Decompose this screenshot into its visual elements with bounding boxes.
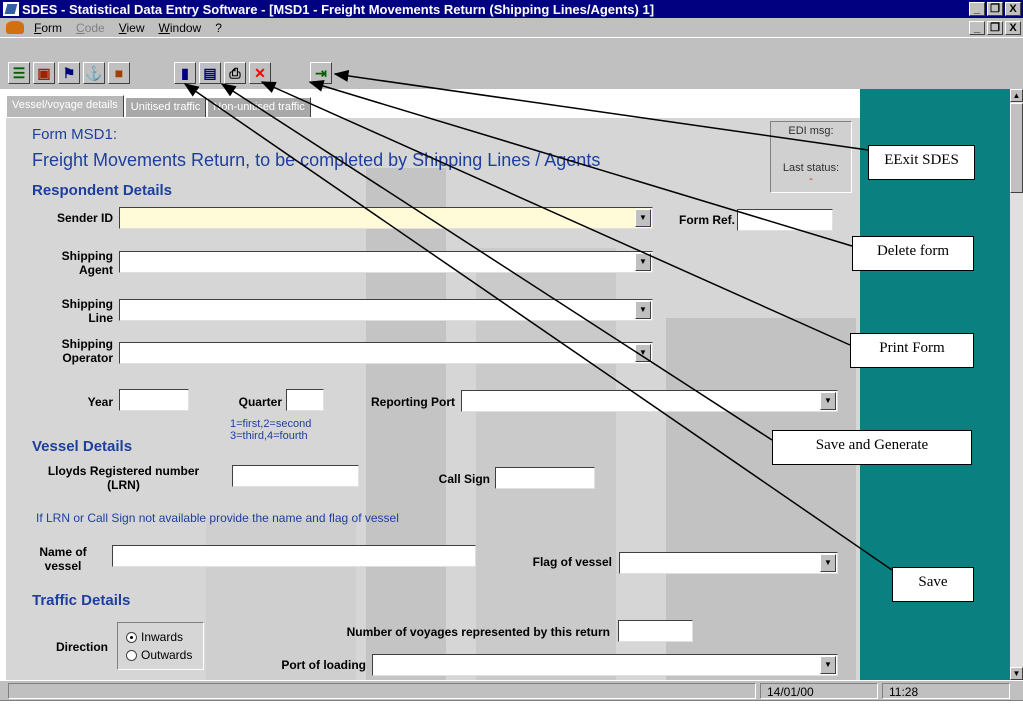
flag-icon[interactable]: ⚑ <box>58 62 80 84</box>
vertical-scrollbar[interactable]: ▲ ▼ <box>1010 89 1023 680</box>
port-of-loading-select[interactable]: ▼ <box>372 654 838 676</box>
dropdown-arrow-icon[interactable]: ▼ <box>820 656 836 674</box>
exit-icon[interactable]: ⇥ <box>310 62 332 84</box>
sender-id-select[interactable]: ▼ <box>119 207 653 229</box>
tab-unitised-traffic[interactable]: Unitised traffic <box>124 97 207 117</box>
vessel-hint: If LRN or Call Sign not available provid… <box>36 511 399 525</box>
lrn-input[interactable] <box>232 465 359 487</box>
scroll-thumb[interactable] <box>1010 103 1023 193</box>
save-generate-icon[interactable]: ▤ <box>199 62 221 84</box>
callout-save: Save <box>892 567 974 602</box>
shipping-agent-label: Shipping Agent <box>61 249 113 277</box>
vessel-header: Vessel Details <box>32 438 133 455</box>
traffic-header: Traffic Details <box>32 592 131 609</box>
shipping-line-label: Shipping Line <box>61 297 113 325</box>
sender-id-label: Sender ID <box>56 211 113 225</box>
last-status-value: - <box>809 173 813 185</box>
call-sign-label: Call Sign <box>438 472 490 486</box>
shipping-agent-select[interactable]: ▼ <box>119 251 653 273</box>
flag-of-vessel-label: Flag of vessel <box>532 555 612 569</box>
reporting-port-select[interactable]: ▼ <box>461 390 838 412</box>
dropdown-arrow-icon[interactable]: ▼ <box>820 392 836 410</box>
reporting-port-label: Reporting Port <box>371 395 455 409</box>
bottom-strip <box>0 700 1023 712</box>
cargo-icon[interactable]: ▣ <box>33 62 55 84</box>
port-icon[interactable]: ⚓ <box>83 62 105 84</box>
child-minimize-button[interactable]: _ <box>969 21 985 35</box>
voyages-input[interactable] <box>618 620 693 642</box>
form-code: Form MSD1: <box>32 126 118 143</box>
vessel-name-input[interactable] <box>112 545 476 567</box>
respondent-header: Respondent Details <box>32 182 173 199</box>
scroll-down-icon[interactable]: ▼ <box>1010 667 1023 680</box>
menu-window[interactable]: Window <box>159 21 202 35</box>
direction-label: Direction <box>55 640 108 654</box>
voyages-label: Number of voyages represented by this re… <box>346 625 610 639</box>
dropdown-arrow-icon[interactable]: ▼ <box>635 301 651 319</box>
form-tabs: Vessel/voyage details Unitised traffic N… <box>6 95 312 117</box>
close-button[interactable]: X <box>1005 2 1021 16</box>
vessel-name-label: Name of vessel <box>39 545 87 573</box>
callout-exit: EExit SDES <box>868 145 975 180</box>
flag-of-vessel-select[interactable]: ▼ <box>619 552 838 574</box>
edi-status-box: EDI msg: - Last status: - <box>770 121 852 193</box>
callout-save-generate: Save and Generate <box>772 430 972 465</box>
shipping-line-select[interactable]: ▼ <box>119 299 653 321</box>
edi-msg-value: - <box>809 136 813 148</box>
save-icon[interactable]: ▮ <box>174 62 196 84</box>
inwards-radio[interactable]: Inwards <box>126 630 183 644</box>
quarter-hint-2: 3=third,4=fourth <box>230 430 308 442</box>
app-icon <box>3 2 19 16</box>
outwards-radio[interactable]: Outwards <box>126 648 192 662</box>
quarter-hint-1: 1=first,2=second <box>230 418 312 430</box>
menu-help[interactable]: ? <box>215 21 222 35</box>
tab-non-unitised-traffic[interactable]: Non-unitised traffic <box>207 97 311 117</box>
status-date: 14/01/00 <box>760 683 878 699</box>
menu-view[interactable]: View <box>119 21 145 35</box>
respondent-icon[interactable]: ☰ <box>8 62 30 84</box>
status-bar: 14/01/00 11:28 <box>0 680 1023 700</box>
quarter-label: Quarter <box>238 395 282 409</box>
scroll-up-icon[interactable]: ▲ <box>1010 89 1023 102</box>
form-ref-input[interactable] <box>737 209 833 231</box>
callout-delete: Delete form <box>852 236 974 271</box>
child-restore-button[interactable]: ❐ <box>987 21 1003 35</box>
form-document-icon[interactable] <box>6 21 24 34</box>
shipping-operator-label: Shipping Operator <box>61 337 113 365</box>
status-message <box>8 683 756 699</box>
dropdown-arrow-icon[interactable]: ▼ <box>820 554 836 572</box>
box-icon[interactable]: ■ <box>108 62 130 84</box>
menu-form[interactable]: Form <box>34 21 62 35</box>
year-label: Year <box>87 395 113 409</box>
shipping-operator-select[interactable]: ▼ <box>119 342 653 364</box>
restore-button[interactable]: ❐ <box>987 2 1003 16</box>
menu-bar: Form Code View Window ? _ ❐ X <box>0 18 1023 37</box>
quarter-input[interactable] <box>286 389 324 411</box>
menu-code: Code <box>76 21 105 35</box>
callout-print: Print Form <box>850 333 974 368</box>
dropdown-arrow-icon[interactable]: ▼ <box>635 209 651 227</box>
form-ref-label: Form Ref. <box>678 213 735 227</box>
tab-vessel-voyage[interactable]: Vessel/voyage details <box>6 95 124 117</box>
lrn-label: Lloyds Registered number (LRN) <box>47 464 200 492</box>
port-of-loading-label: Port of loading <box>281 658 366 672</box>
toolbar: ☰ ▣ ⚑ ⚓ ■ ▮ ▤ ⎙ ✕ ⇥ <box>0 37 1023 89</box>
window-title: SDES - Statistical Data Entry Software -… <box>22 2 655 17</box>
direction-radio-group: Inwards Outwards <box>117 622 204 670</box>
title-bar: SDES - Statistical Data Entry Software -… <box>0 0 1023 18</box>
dropdown-arrow-icon[interactable]: ▼ <box>635 344 651 362</box>
child-close-button[interactable]: X <box>1005 21 1021 35</box>
print-icon[interactable]: ⎙ <box>224 62 246 84</box>
form-title: Freight Movements Return, to be complete… <box>32 150 601 170</box>
dropdown-arrow-icon[interactable]: ▼ <box>635 253 651 271</box>
status-time: 11:28 <box>882 683 1010 699</box>
year-input[interactable] <box>119 389 189 411</box>
minimize-button[interactable]: _ <box>969 2 985 16</box>
delete-icon[interactable]: ✕ <box>249 62 271 84</box>
call-sign-input[interactable] <box>495 467 595 489</box>
